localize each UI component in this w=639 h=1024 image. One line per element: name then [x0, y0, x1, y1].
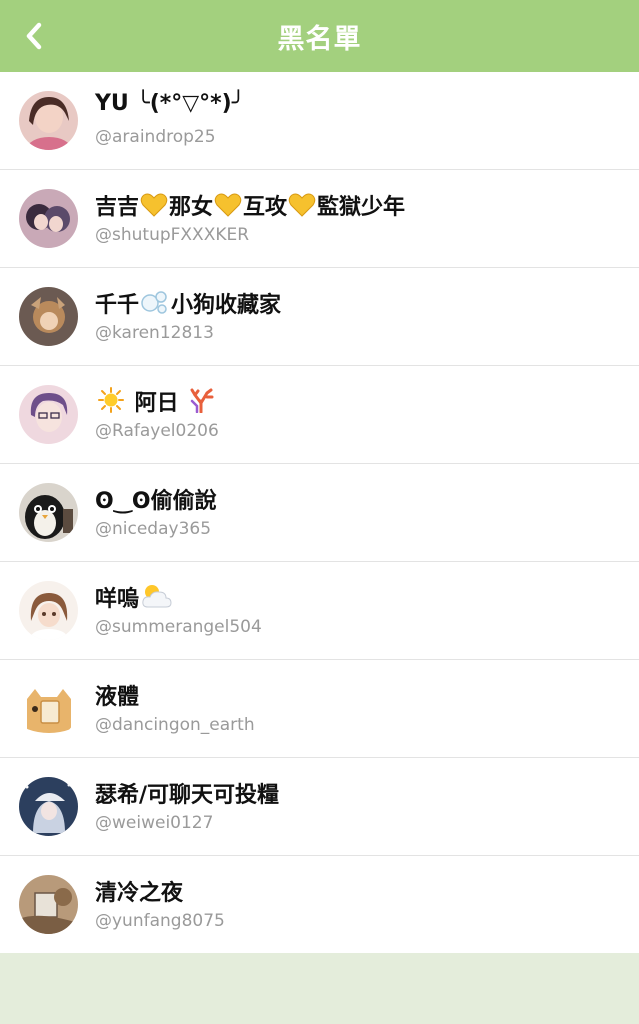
yellow-heart-icon	[288, 193, 316, 217]
avatar	[19, 777, 78, 836]
user-name: 阿日	[95, 385, 216, 417]
blocked-user-row[interactable]: ʘ‿ʘ偷偷說 @niceday365	[0, 464, 639, 562]
avatar	[19, 581, 78, 640]
user-name: 清冷之夜	[95, 881, 184, 906]
sun-icon	[98, 387, 124, 413]
blocked-user-row[interactable]: 千千 小狗收藏家 @karen12813	[0, 268, 639, 366]
user-handle: @dancingon_earth	[95, 715, 255, 735]
avatar	[19, 91, 78, 150]
user-handle: @summerangel504	[95, 617, 262, 637]
user-handle: @niceday365	[95, 519, 212, 539]
user-name: 瑟希/可聊天可投糧	[95, 783, 280, 808]
sun-behind-cloud-icon	[142, 585, 172, 608]
user-name: 咩嗚	[95, 581, 173, 613]
blocked-user-row[interactable]: 液體 @dancingon_earth	[0, 660, 639, 758]
blocked-user-row[interactable]: 阿日 @Rafayel0206	[0, 366, 639, 464]
avatar	[19, 385, 78, 444]
user-handle: @Rafayel0206	[95, 421, 219, 441]
back-button[interactable]	[14, 16, 54, 56]
avatar	[19, 875, 78, 934]
user-handle: @araindrop25	[95, 127, 216, 147]
top-bar: 黑名單	[0, 0, 639, 72]
yellow-heart-icon	[214, 193, 242, 217]
yellow-heart-icon	[140, 193, 168, 217]
blocked-user-row[interactable]: 瑟希/可聊天可投糧 @weiwei0127	[0, 758, 639, 856]
user-handle: @shutupFXXXKER	[95, 225, 250, 245]
blocked-user-row[interactable]: 吉吉 那女 互攻 監獄少年 @shutupFXXXKER	[0, 170, 639, 268]
blocked-user-row[interactable]: 咩嗚 @summerangel504	[0, 562, 639, 660]
avatar	[19, 287, 78, 346]
chevron-left-icon	[26, 22, 42, 50]
coral-icon	[190, 388, 214, 413]
user-name: 千千 小狗收藏家	[95, 287, 281, 319]
avatar	[19, 483, 78, 542]
user-name: 吉吉 那女 互攻 監獄少年	[95, 193, 406, 220]
user-handle: @yunfang8075	[95, 911, 225, 931]
blocked-user-list: YU ╰(*°▽°*)╯ @araindrop25 吉吉 那女 互攻 監獄少年 @sh…	[0, 72, 639, 953]
user-name: YU ╰(*°▽°*)╯	[95, 91, 245, 116]
blocked-user-row[interactable]: YU ╰(*°▽°*)╯ @araindrop25	[0, 72, 639, 170]
user-name: 液體	[95, 685, 140, 710]
user-name: ʘ‿ʘ偷偷說	[95, 489, 217, 514]
avatar	[19, 679, 78, 738]
avatar	[19, 189, 78, 248]
blocked-user-row[interactable]: 清冷之夜 @yunfang8075	[0, 856, 639, 953]
bubbles-icon	[141, 291, 167, 314]
page-title: 黑名單	[277, 23, 362, 55]
user-handle: @weiwei0127	[95, 813, 214, 833]
user-handle: @karen12813	[95, 323, 214, 343]
